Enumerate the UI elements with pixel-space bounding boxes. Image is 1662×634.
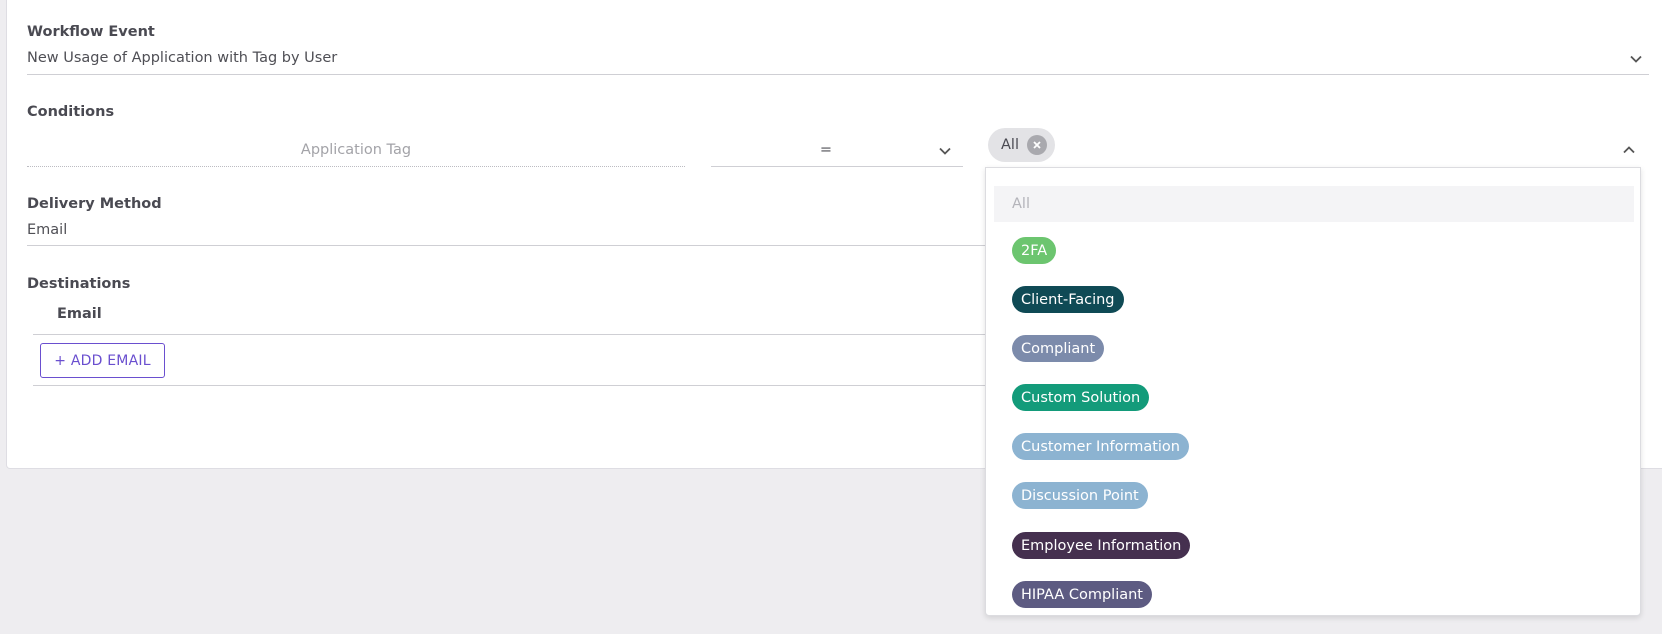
option-label: Compliant [1021, 340, 1096, 357]
option-label: 2FA [1021, 242, 1048, 259]
option-label: Customer Information [1021, 438, 1180, 455]
remove-chip-icon[interactable] [1026, 135, 1047, 155]
selected-tag-label: All [1001, 137, 1019, 153]
destinations-header-divider [33, 334, 987, 335]
option-compliant[interactable]: Compliant [1012, 335, 1105, 362]
option-customer-information[interactable]: Customer Information [1012, 433, 1189, 460]
workflow-event-label: Workflow Event [27, 24, 155, 40]
option-discussion-point[interactable]: Discussion Point [1012, 482, 1148, 509]
chevron-down-icon[interactable] [1628, 51, 1644, 67]
selected-tag-chip: All [988, 128, 1055, 162]
delivery-method-select[interactable]: Email [27, 222, 67, 238]
option-label: HIPAA Compliant [1021, 586, 1143, 603]
condition-operator-underline [711, 166, 963, 167]
destinations-label: Destinations [27, 276, 131, 292]
add-email-button[interactable]: + ADD EMAIL [40, 343, 165, 378]
option-client-facing[interactable]: Client-Facing [1012, 286, 1124, 313]
option-all[interactable]: All [994, 186, 1634, 222]
email-column-header: Email [57, 306, 102, 322]
condition-operator-select[interactable]: = [711, 142, 941, 158]
option-label: Custom Solution [1021, 389, 1141, 406]
option-2fa[interactable]: 2FA [1012, 237, 1057, 264]
option-label: Employee Information [1021, 537, 1182, 554]
delivery-method-underline [27, 245, 987, 246]
tag-options-dropdown: All 2FA Client-Facing Compliant Custom S… [985, 167, 1641, 616]
workflow-event-select[interactable]: New Usage of Application with Tag by Use… [27, 50, 337, 66]
chevron-up-icon[interactable] [1621, 142, 1637, 158]
option-custom-solution[interactable]: Custom Solution [1012, 384, 1150, 411]
option-label: Client-Facing [1021, 291, 1115, 308]
chevron-down-icon[interactable] [937, 143, 953, 159]
delivery-method-label: Delivery Method [27, 196, 162, 212]
option-hipaa-compliant[interactable]: HIPAA Compliant [1012, 581, 1152, 608]
option-label: Discussion Point [1021, 487, 1139, 504]
destinations-bottom-divider [33, 385, 987, 386]
conditions-label: Conditions [27, 104, 115, 120]
option-employee-information[interactable]: Employee Information [1012, 532, 1191, 559]
workflow-event-underline [27, 74, 1649, 75]
condition-field-underline [27, 166, 685, 167]
condition-field-input[interactable]: Application Tag [27, 142, 685, 158]
